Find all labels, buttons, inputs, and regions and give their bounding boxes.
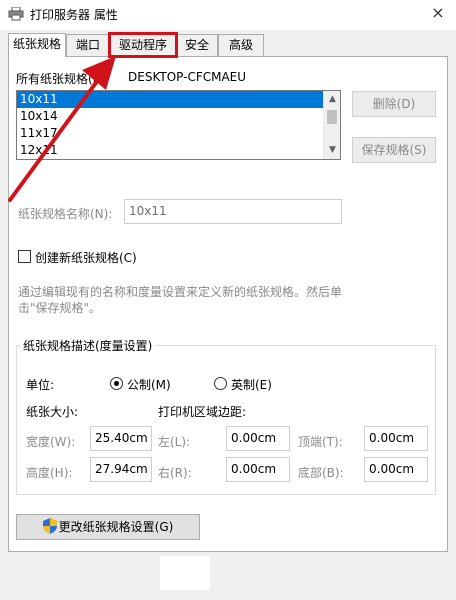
scroll-down-icon[interactable]: ▼: [324, 142, 340, 159]
height-label: 高度(H):: [26, 466, 73, 480]
create-new-label[interactable]: 创建新纸张规格(C): [35, 249, 137, 266]
list-item[interactable]: 12x11: [17, 142, 323, 159]
top-margin-label: 顶端(T):: [298, 435, 343, 449]
tab-ports[interactable]: 端口: [66, 34, 110, 56]
bottom-margin-input[interactable]: 0.00cm: [364, 457, 428, 482]
left-margin-label: 左(L):: [158, 435, 191, 449]
all-forms-label: 所有纸张规格(F):: [16, 72, 109, 86]
list-item[interactable]: 10x14: [17, 108, 323, 125]
right-margin-input[interactable]: 0.00cm: [226, 457, 290, 482]
top-margin-input[interactable]: 0.00cm: [364, 426, 428, 451]
margins-label: 打印机区域边距:: [158, 405, 247, 419]
window-title: 打印服务器 属性: [30, 8, 118, 22]
create-new-checkbox[interactable]: [18, 250, 31, 263]
height-input[interactable]: 27.94cm: [90, 457, 152, 482]
bottom-blank-area: [160, 556, 210, 590]
metric-label[interactable]: 公制(M): [127, 376, 171, 393]
list-item[interactable]: 11x17: [17, 125, 323, 142]
width-input[interactable]: 25.40cm: [90, 426, 152, 451]
scroll-up-icon[interactable]: ▲: [324, 91, 340, 108]
close-icon[interactable]: ×: [426, 2, 450, 26]
tab-security[interactable]: 安全: [176, 34, 218, 56]
delete-button[interactable]: 删除(D): [352, 91, 436, 117]
metric-radio[interactable]: [110, 377, 123, 390]
tab-forms[interactable]: 纸张规格: [8, 33, 66, 57]
list-item[interactable]: 10x11: [17, 91, 323, 108]
form-name-input[interactable]: 10x11: [124, 199, 342, 224]
bottom-margin-label: 底部(B):: [298, 466, 344, 480]
english-radio[interactable]: [214, 377, 227, 390]
units-label: 单位:: [26, 378, 55, 392]
description-group-title: 纸张规格描述(度量设置): [20, 337, 156, 354]
paper-size-label: 纸张大小:: [26, 405, 79, 419]
change-settings-button[interactable]: 更改纸张规格设置(G): [16, 514, 200, 540]
forms-listbox[interactable]: 10x11 10x14 11x17 12x11 ▲ ▼: [16, 90, 341, 160]
server-name: DESKTOP-CFCMAEU: [128, 70, 247, 84]
scroll-thumb[interactable]: [327, 110, 337, 124]
tab-advanced[interactable]: 高级: [218, 34, 264, 56]
right-margin-label: 右(R):: [158, 466, 192, 480]
printer-icon: [8, 7, 24, 21]
list-scrollbar[interactable]: ▲ ▼: [323, 91, 340, 159]
change-settings-label: 更改纸张规格设置(G): [58, 520, 174, 534]
form-name-label: 纸张规格名称(N):: [18, 207, 113, 221]
left-margin-input[interactable]: 0.00cm: [226, 426, 290, 451]
english-label[interactable]: 英制(E): [231, 376, 272, 393]
shield-icon: [42, 518, 57, 534]
help-text-line1: 通过编辑现有的名称和度量设置来定义新的纸张规格。然后单: [18, 285, 343, 299]
width-label: 宽度(W):: [26, 435, 76, 449]
tab-drivers[interactable]: 驱动程序: [108, 32, 178, 58]
help-text-line2: 击"保存规格"。: [18, 301, 102, 315]
save-form-button[interactable]: 保存规格(S): [352, 137, 436, 163]
title-bar: 打印服务器 属性 ×: [0, 0, 456, 30]
